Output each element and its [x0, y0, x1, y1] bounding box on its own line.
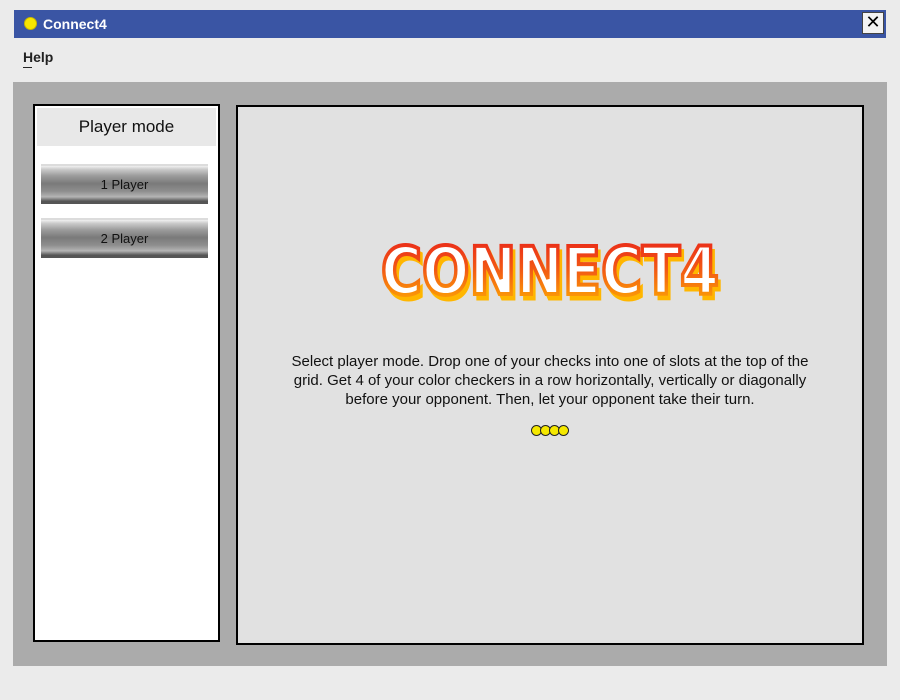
one-player-button[interactable]: 1 Player [41, 164, 208, 204]
workspace: Player mode 1 Player 2 Player CONNECT4 C… [13, 82, 887, 666]
window-title: Connect4 [43, 16, 107, 32]
menu-help[interactable]: Help [23, 49, 53, 68]
instructions-text: Select player mode. Drop one of your che… [291, 353, 809, 408]
two-player-button[interactable]: 2 Player [41, 218, 208, 258]
app-icon [24, 17, 37, 30]
window-titlebar: Connect4 ✕ [14, 10, 886, 38]
close-button[interactable]: ✕ [862, 12, 884, 34]
player-mode-header: Player mode [37, 108, 216, 146]
menu-bar: Help [14, 44, 886, 70]
indicator-dots [238, 425, 862, 439]
indicator-dot [558, 425, 569, 436]
player-mode-panel: Player mode 1 Player 2 Player [33, 104, 220, 642]
connect4-logo: CONNECT4 CONNECT4 [238, 235, 862, 325]
main-panel: CONNECT4 CONNECT4 Select player mode. Dr… [236, 105, 864, 645]
logo-text: CONNECT4 [381, 235, 719, 310]
